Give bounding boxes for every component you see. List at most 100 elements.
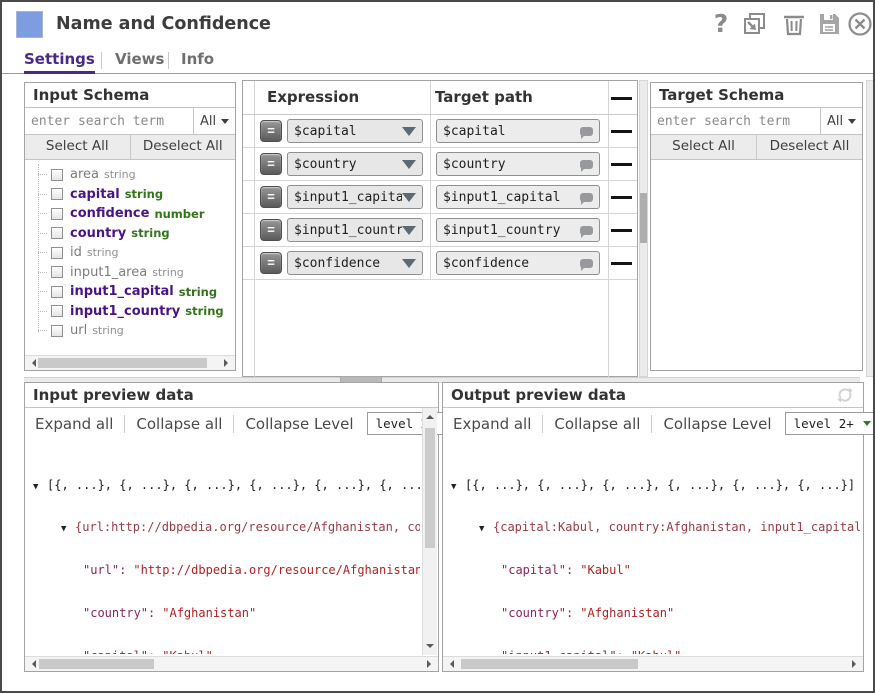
- expression-dropdown[interactable]: $capital: [287, 119, 423, 143]
- json-root: [{, ...}, {, ...}, {, ...}, {, ...}, {, …: [465, 478, 855, 492]
- scrollbar-thumb[interactable]: [38, 358, 207, 368]
- schema-field-id[interactable]: idstring: [38, 243, 235, 263]
- collapse-all-button[interactable]: Collapse all: [554, 415, 640, 433]
- schema-field-url[interactable]: urlstring: [38, 321, 235, 341]
- operator-button[interactable]: =: [260, 120, 282, 142]
- json-line: "url":"http://dbpedia.org/resource/Afgha…: [33, 563, 420, 577]
- target-path-input[interactable]: $input1_country: [436, 218, 600, 242]
- scroll-right-arrow[interactable]: [852, 660, 860, 668]
- select-all-button[interactable]: Select All: [651, 135, 756, 159]
- row-dash-icon[interactable]: [611, 163, 632, 166]
- search-input[interactable]: [651, 108, 820, 134]
- close-button[interactable]: [847, 11, 873, 37]
- operator-button[interactable]: =: [260, 186, 282, 208]
- search-input[interactable]: [25, 108, 193, 134]
- save-button[interactable]: [816, 11, 842, 37]
- level-dropdown[interactable]: level 2+: [785, 412, 875, 435]
- expression-dropdown[interactable]: $country: [287, 152, 423, 176]
- collapse-toggle-icon[interactable]: ▼: [479, 522, 493, 536]
- checkbox[interactable]: [51, 247, 63, 259]
- tab-info[interactable]: Info: [181, 50, 214, 68]
- row-dash-icon[interactable]: [611, 262, 632, 265]
- target-path-input[interactable]: $capital: [436, 119, 600, 143]
- operator-button[interactable]: =: [260, 153, 282, 175]
- comment-bubble-icon[interactable]: [580, 259, 593, 268]
- checkbox[interactable]: [51, 188, 63, 200]
- deselect-all-button[interactable]: Deselect All: [130, 135, 236, 159]
- json-key: "country":: [83, 606, 155, 620]
- operator-button[interactable]: =: [260, 219, 282, 241]
- scrollbar-thumb[interactable]: [425, 428, 435, 548]
- delete-button[interactable]: [781, 11, 807, 37]
- scroll-left-arrow[interactable]: [28, 359, 36, 367]
- target-path-value: $capital: [443, 124, 580, 139]
- collapse-all-button[interactable]: Collapse all: [136, 415, 222, 433]
- checkbox[interactable]: [51, 325, 63, 337]
- expression-dropdown[interactable]: $input1_country: [287, 218, 423, 242]
- vertical-scrollbar[interactable]: [422, 408, 437, 655]
- scrollbar-thumb[interactable]: [640, 193, 647, 243]
- target-path-input[interactable]: $input1_capital: [436, 185, 600, 209]
- select-all-button[interactable]: Select All: [25, 135, 130, 159]
- comment-bubble-icon[interactable]: [580, 160, 593, 169]
- horizontal-scrollbar[interactable]: [25, 656, 438, 671]
- tab-divider: [101, 52, 102, 69]
- row-dash-icon[interactable]: [611, 229, 632, 232]
- export-button[interactable]: [742, 11, 768, 37]
- checkbox[interactable]: [51, 305, 63, 317]
- scroll-right-arrow[interactable]: [224, 359, 232, 367]
- scrollbar-thumb[interactable]: [39, 659, 154, 669]
- refresh-button[interactable]: [836, 386, 854, 404]
- comment-bubble-icon[interactable]: [580, 193, 593, 202]
- target-schema-search-row: All: [651, 108, 862, 135]
- scrollbar-thumb[interactable]: [461, 659, 638, 669]
- collapse-toggle-icon[interactable]: ▼: [61, 522, 75, 536]
- schema-field-country[interactable]: countrystring: [38, 224, 235, 244]
- comment-bubble-icon[interactable]: [580, 127, 593, 136]
- horizontal-scrollbar[interactable]: [25, 355, 235, 370]
- collapse-toggle-icon[interactable]: ▼: [451, 480, 465, 494]
- checkbox[interactable]: [51, 169, 63, 181]
- filter-dropdown[interactable]: All: [193, 108, 235, 134]
- comment-bubble-icon[interactable]: [580, 226, 593, 235]
- row-dash-icon[interactable]: [611, 130, 632, 133]
- collapse-level-button[interactable]: Collapse Level: [663, 415, 771, 433]
- scroll-left-arrow[interactable]: [28, 660, 36, 668]
- checkbox[interactable]: [51, 266, 63, 278]
- checkbox[interactable]: [51, 227, 63, 239]
- checkbox[interactable]: [51, 208, 63, 220]
- schema-field-confidence[interactable]: confidencenumber: [38, 204, 235, 224]
- row-dash-icon[interactable]: [611, 196, 632, 199]
- mapping-vertical-scrollbar[interactable]: [639, 80, 648, 377]
- mapping-header: Expression Target path: [243, 81, 637, 115]
- right-vertical-scrollbar[interactable]: [866, 80, 875, 377]
- horizontal-scrollbar[interactable]: [443, 656, 863, 671]
- schema-field-area[interactable]: areastring: [38, 165, 235, 185]
- target-path-input[interactable]: $confidence: [436, 251, 600, 275]
- input-schema-title: Input Schema: [25, 83, 235, 108]
- scroll-down-arrow[interactable]: [426, 644, 434, 652]
- schema-field-input1-capital[interactable]: input1_capitalstring: [38, 282, 235, 302]
- collapse-toggle-icon[interactable]: ▼: [33, 480, 47, 494]
- deselect-all-button[interactable]: Deselect All: [756, 135, 862, 159]
- expression-dropdown[interactable]: $input1_capital: [287, 185, 423, 209]
- scroll-left-arrow[interactable]: [446, 660, 454, 668]
- schema-field-capital[interactable]: capitalstring: [38, 185, 235, 205]
- output-preview-toolbar: Expand all Collapse all Collapse Level l…: [443, 408, 863, 439]
- target-path-input[interactable]: $country: [436, 152, 600, 176]
- scroll-up-arrow[interactable]: [426, 411, 434, 419]
- expression-dropdown[interactable]: $confidence: [287, 251, 423, 275]
- collapse-level-button[interactable]: Collapse Level: [245, 415, 353, 433]
- tab-settings[interactable]: Settings: [24, 50, 95, 68]
- operator-button[interactable]: =: [260, 252, 282, 274]
- schema-field-input1-area[interactable]: input1_areastring: [38, 263, 235, 283]
- filter-dropdown[interactable]: All: [820, 108, 862, 134]
- expand-all-button[interactable]: Expand all: [35, 415, 113, 433]
- scroll-right-arrow[interactable]: [427, 660, 435, 668]
- help-button[interactable]: ?: [708, 11, 734, 37]
- checkbox[interactable]: [51, 286, 63, 298]
- tab-views[interactable]: Views: [115, 50, 164, 68]
- schema-field-input1-country[interactable]: input1_countrystring: [38, 302, 235, 322]
- expand-all-button[interactable]: Expand all: [453, 415, 531, 433]
- row-dash-icon[interactable]: [611, 97, 632, 100]
